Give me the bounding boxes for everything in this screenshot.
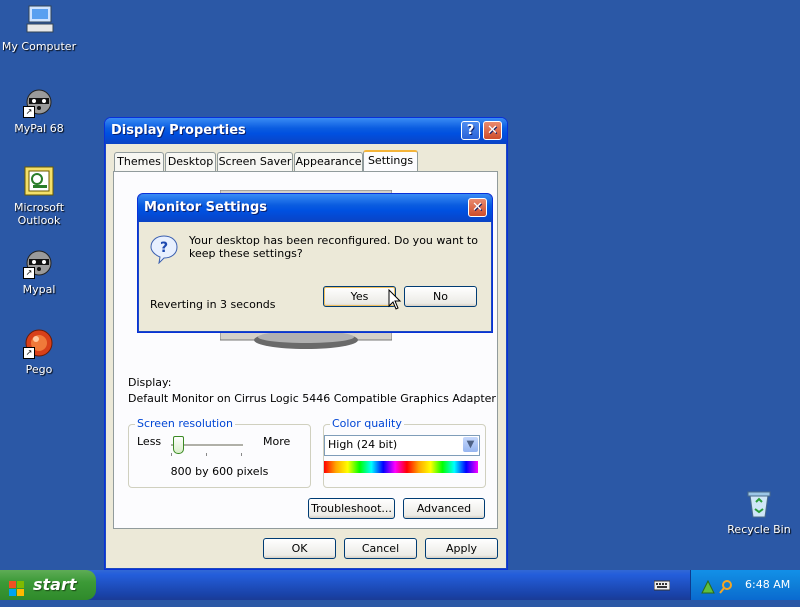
slider-tick xyxy=(241,453,242,456)
desktop-icon-label: Pego xyxy=(25,363,53,376)
color-quality-select[interactable]: High (24 bit) ▼ xyxy=(324,435,480,456)
monitor-settings-titlebar[interactable]: Monitor Settings ✕ xyxy=(138,194,492,222)
countdown-text: Reverting in 3 seconds xyxy=(150,298,276,311)
raccoon-icon: ↗ xyxy=(23,86,55,118)
shortcut-arrow-icon: ↗ xyxy=(23,347,35,359)
slider-tick xyxy=(171,453,172,456)
network-icon[interactable] xyxy=(700,577,716,594)
color-quality-group: Color quality High (24 bit) ▼ xyxy=(323,417,486,488)
svg-text:?: ? xyxy=(160,240,168,256)
desktop-icon-label: Microsoft Outlook xyxy=(13,201,65,227)
advanced-button[interactable]: Advanced xyxy=(403,498,485,519)
slider-thumb[interactable] xyxy=(173,436,184,454)
clock[interactable]: 6:48 AM xyxy=(745,570,790,600)
raccoon-icon: ↗ xyxy=(23,247,55,279)
dialog-title: Monitor Settings xyxy=(144,200,268,215)
desktop-icon-label: MyPal 68 xyxy=(14,122,64,135)
desktop-icon-label: Recycle Bin xyxy=(727,523,791,536)
help-button[interactable]: ? xyxy=(461,121,480,140)
resolution-value: 800 by 600 pixels xyxy=(170,465,269,478)
display-label: Display: xyxy=(128,376,172,389)
mouse-cursor-icon xyxy=(388,288,402,311)
computer-icon xyxy=(23,4,55,36)
color-quality-value: High (24 bit) xyxy=(328,438,398,451)
taskbar: start 6:48 AM xyxy=(0,570,800,600)
chevron-down-icon[interactable]: ▼ xyxy=(463,437,478,452)
tab-appearance[interactable]: Appearance xyxy=(294,152,363,171)
desktop-icon-mypal[interactable]: ↗ Mypal xyxy=(1,247,77,296)
outlook-icon xyxy=(23,165,55,197)
shortcut-arrow-icon: ↗ xyxy=(23,106,35,118)
shortcut-arrow-icon: ↗ xyxy=(23,267,35,279)
dialog-message: Your desktop has been reconfigured. Do y… xyxy=(189,234,478,260)
display-value: Default Monitor on Cirrus Logic 5446 Com… xyxy=(128,392,496,405)
desktop-icon-microsoft-outlook[interactable]: Microsoft Outlook xyxy=(1,165,77,227)
troubleshoot-button[interactable]: Troubleshoot... xyxy=(308,498,395,519)
screen-resolution-group: Screen resolution Less More 800 by 600 p… xyxy=(128,417,311,488)
screen-resolution-label: Screen resolution xyxy=(135,417,235,430)
question-icon: ? xyxy=(150,234,178,265)
tab-themes[interactable]: Themes xyxy=(114,152,164,171)
windows-logo-icon xyxy=(9,577,25,596)
desktop-icon-label: My Computer xyxy=(1,40,77,53)
tab-screen-saver[interactable]: Screen Saver xyxy=(217,152,293,171)
desktop-icon-my-computer[interactable]: My Computer xyxy=(1,4,77,53)
desktop-icon-label: Mypal xyxy=(22,283,56,296)
monitor-settings-dialog: Monitor Settings ✕ ? Your desktop has be… xyxy=(137,193,493,333)
tab-settings[interactable]: Settings xyxy=(363,150,418,173)
close-button[interactable]: ✕ xyxy=(483,121,502,140)
start-label: start xyxy=(33,575,77,594)
desktop-icon-recycle-bin[interactable]: Recycle Bin xyxy=(721,487,797,536)
slider-tick xyxy=(206,453,207,456)
dialog-close-button[interactable]: ✕ xyxy=(468,198,487,217)
pego-icon: ↗ xyxy=(23,327,55,359)
color-quality-label: Color quality xyxy=(330,417,404,430)
less-label: Less xyxy=(137,435,162,448)
no-button[interactable]: No xyxy=(404,286,477,307)
window-title: Display Properties xyxy=(111,123,246,138)
desktop-icon-pego[interactable]: ↗ Pego xyxy=(1,327,77,376)
tab-desktop[interactable]: Desktop xyxy=(165,152,216,171)
yes-button[interactable]: Yes xyxy=(323,286,396,307)
desktop-icon-mypal-68[interactable]: ↗ MyPal 68 xyxy=(1,86,77,135)
system-tray: 6:48 AM xyxy=(690,570,800,600)
cancel-button[interactable]: Cancel xyxy=(344,538,417,559)
search-icon[interactable] xyxy=(718,577,734,594)
start-button[interactable]: start xyxy=(0,570,96,600)
recycle-bin-icon xyxy=(743,487,775,519)
apply-button[interactable]: Apply xyxy=(425,538,498,559)
more-label: More xyxy=(263,435,291,448)
ok-button[interactable]: OK xyxy=(263,538,336,559)
resolution-slider[interactable] xyxy=(171,435,243,457)
keyboard-icon[interactable] xyxy=(653,579,671,591)
display-properties-titlebar[interactable]: Display Properties ? ✕ xyxy=(105,118,507,144)
color-spectrum-bar xyxy=(324,461,478,473)
